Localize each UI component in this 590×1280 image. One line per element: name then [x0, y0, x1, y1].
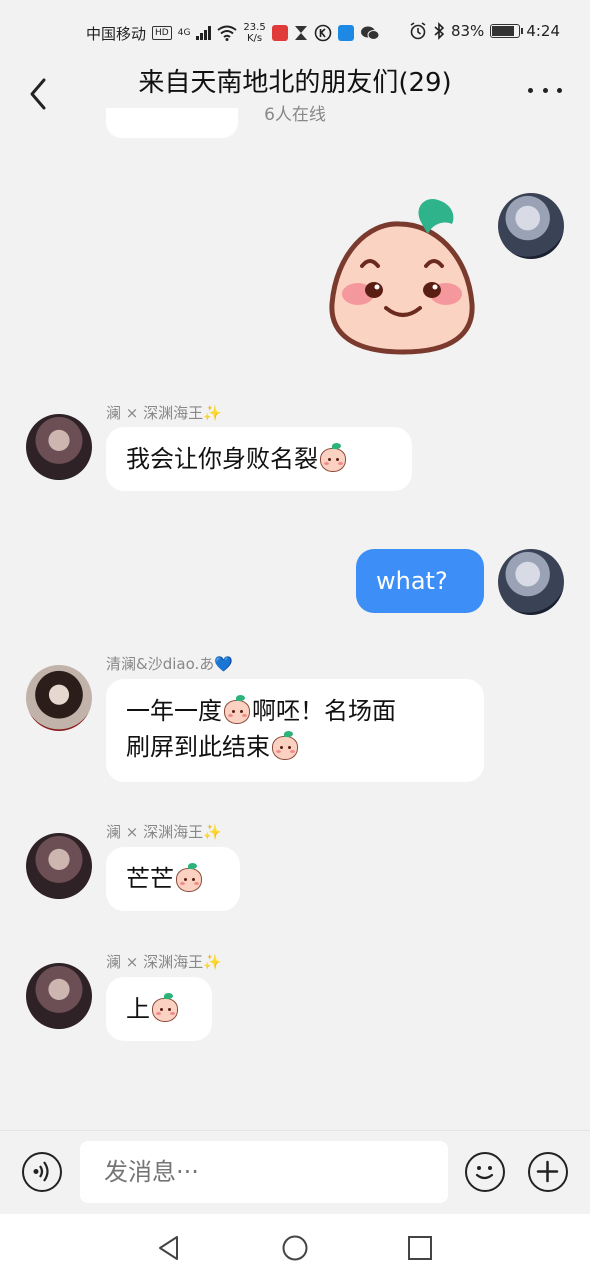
status-right: 83% 4:24 [409, 22, 560, 40]
avatar[interactable] [26, 833, 92, 899]
chat-header: 来自天南地北的朋友们(29) 6人在线 [0, 62, 590, 128]
sender-name: 澜 × 深渊海王✨ [106, 404, 222, 422]
avatar[interactable] [498, 193, 564, 259]
message-text: 上 [126, 995, 150, 1023]
battery-icon [490, 24, 524, 38]
nav-back-icon[interactable] [155, 1234, 183, 1262]
avatar[interactable] [26, 963, 92, 1029]
input-bar [0, 1130, 590, 1215]
peach-sticker[interactable] [328, 194, 478, 358]
carrier-label: 中国移动 [86, 24, 147, 43]
status-bar: 中国移动 HD 4G 23.5 K/s 83% 4:24 [0, 0, 590, 62]
peach-emoji-icon [174, 863, 204, 893]
plus-icon[interactable] [528, 1152, 568, 1192]
peach-emoji-icon [150, 993, 180, 1023]
more-icon[interactable] [528, 84, 562, 96]
network-speed: 23.5 K/s [243, 22, 266, 44]
alarm-icon [410, 22, 426, 40]
message-line: 一年一度 啊呸！名场面 [126, 695, 396, 725]
message-bubble[interactable]: 我会让你身败名裂 [106, 427, 412, 491]
message-bubble[interactable]: 一年一度 啊呸！名场面 刷屏到此结束 [106, 679, 484, 782]
wechat-icon [360, 26, 380, 40]
my-message-bubble[interactable]: what? [356, 549, 484, 613]
signal-icon [196, 26, 212, 40]
peach-emoji-icon [318, 443, 348, 473]
message-text: 我会让你身败名裂 [126, 445, 318, 473]
message-input[interactable] [80, 1141, 448, 1203]
message-list[interactable]: 澜 × 深渊海王✨ 我会让你身败名裂 what? 清澜&沙diao.あ💙 一年一… [0, 108, 590, 1128]
avatar[interactable] [26, 414, 92, 480]
status-left: 中国移动 HD 4G 23.5 K/s [86, 22, 380, 44]
system-nav-bar [0, 1214, 590, 1280]
message-line: 刷屏到此结束 [126, 729, 464, 765]
k-app-icon [314, 24, 331, 42]
sender-name: 澜 × 深渊海王✨ [106, 823, 222, 841]
bluetooth-icon [434, 22, 445, 40]
hd-badge: HD [152, 26, 172, 40]
avatar[interactable] [26, 665, 92, 731]
nav-home-icon[interactable] [281, 1234, 309, 1262]
sender-name: 清澜&沙diao.あ💙 [106, 655, 233, 673]
clock: 4:24 [526, 22, 560, 40]
message-text: what? [376, 567, 448, 595]
online-count: 6人在线 [264, 105, 326, 125]
message-bubble[interactable]: 芒芒 [106, 847, 240, 911]
avatar[interactable] [498, 549, 564, 615]
message-text: 芒芒 [126, 865, 174, 893]
hourglass-icon [294, 26, 307, 40]
recorder-icon [271, 25, 288, 41]
sender-name: 澜 × 深渊海王✨ [106, 953, 222, 971]
network-type: 4G [177, 28, 191, 38]
partial-bubble [106, 108, 238, 138]
emoji-icon[interactable] [465, 1152, 505, 1192]
shield-app-icon [337, 25, 354, 41]
peach-emoji-icon [270, 731, 300, 761]
group-title: 来自天南地北的朋友们(29) [138, 68, 452, 98]
nav-recents-icon[interactable] [406, 1234, 434, 1262]
battery-percent: 83% [450, 22, 485, 40]
voice-icon[interactable] [22, 1152, 62, 1192]
message-bubble[interactable]: 上 [106, 977, 212, 1041]
wifi-icon [217, 25, 238, 41]
peach-emoji-icon [222, 695, 252, 725]
